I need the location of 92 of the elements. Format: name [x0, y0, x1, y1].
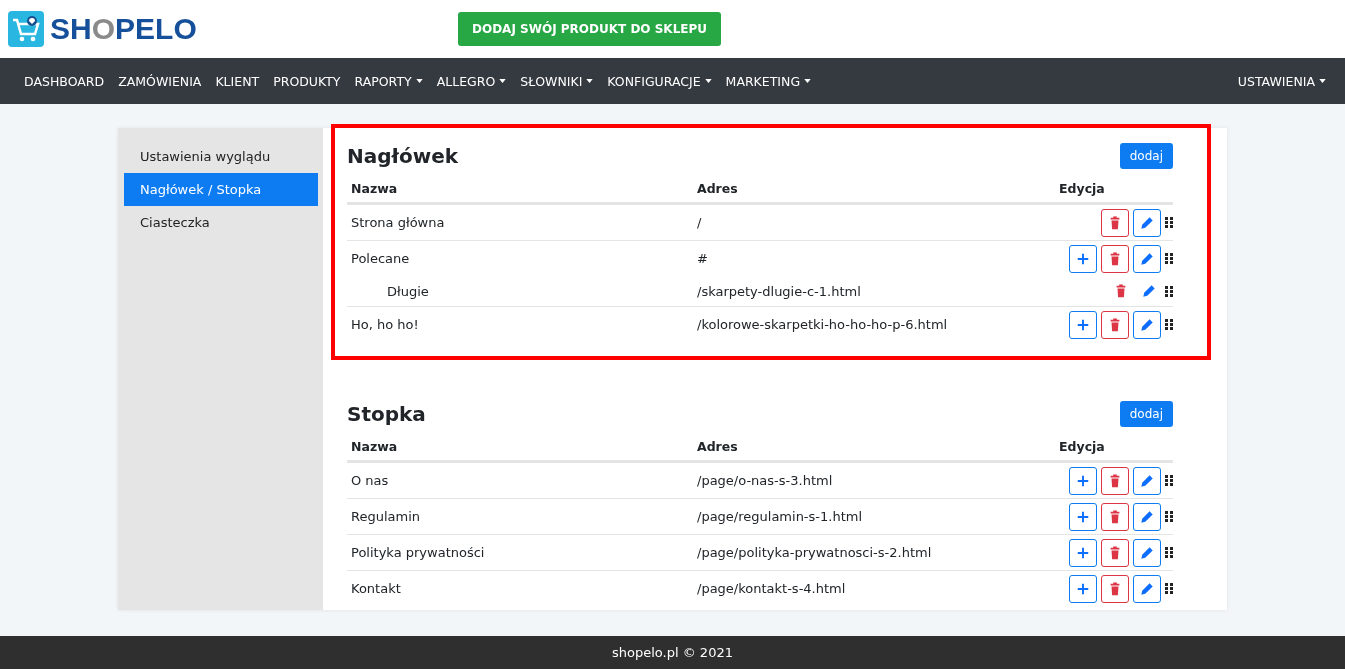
column-header: Adres	[696, 180, 739, 196]
pencil-icon	[1140, 509, 1154, 524]
sidebar-item[interactable]: Nagłówek / Stopka	[124, 173, 318, 206]
trash-icon	[1108, 215, 1122, 230]
delete-button[interactable]	[1101, 466, 1129, 495]
edit-button[interactable]	[1133, 244, 1161, 273]
section-title: Stopka	[347, 402, 426, 426]
trash-icon	[1108, 317, 1122, 332]
drag-handle-icon[interactable]	[1165, 285, 1173, 297]
pencil-icon	[1142, 284, 1156, 298]
nav-link[interactable]: MARKETING	[718, 73, 819, 89]
add-button[interactable]: dodaj	[1119, 401, 1173, 427]
delete-button[interactable]	[1101, 244, 1129, 273]
add-button[interactable]	[1069, 466, 1097, 495]
table-cell-text: /page/kontakt-s-4.html	[696, 581, 847, 596]
nav-link[interactable]: RAPORTY	[347, 73, 430, 89]
table-cell-text: /kolorowe-skarpetki-ho-ho-ho-p-6.html	[696, 317, 949, 332]
plus-icon	[1076, 581, 1090, 596]
add-button[interactable]	[1069, 502, 1097, 531]
pencil-icon	[1140, 215, 1154, 230]
table-cell-text: /page/polityka-prywatnosci-s-2.html	[696, 545, 933, 560]
brand-name: SHOPELO	[50, 12, 197, 46]
plus-icon	[1076, 473, 1090, 488]
nav-link[interactable]: ALLEGRO	[429, 73, 514, 89]
trash-icon	[1108, 509, 1122, 524]
edit-button[interactable]	[1133, 310, 1161, 339]
table-cell-text: Regulamin	[350, 509, 422, 524]
edit-button[interactable]	[1133, 502, 1161, 531]
drag-handle-icon[interactable]	[1165, 511, 1173, 522]
cart-logo-icon	[8, 11, 44, 47]
nav-link[interactable]: USTAWIENIA	[1230, 73, 1333, 89]
column-header: Edycja	[1058, 180, 1106, 196]
table-cell-text: Polityka prywatności	[350, 545, 486, 560]
add-button[interactable]	[1069, 574, 1097, 603]
delete-button[interactable]	[1101, 574, 1129, 603]
drag-handle-icon[interactable]	[1165, 583, 1173, 594]
table-cell-text: #	[696, 251, 709, 266]
drag-handle-icon[interactable]	[1165, 547, 1173, 558]
footer-text: shopelo.pl © 2021	[612, 645, 733, 660]
pencil-icon	[1140, 251, 1154, 266]
drag-handle-icon[interactable]	[1165, 475, 1173, 486]
drag-handle-icon[interactable]	[1165, 217, 1173, 228]
table-cell-text: /skarpety-dlugie-c-1.html	[696, 283, 862, 299]
drag-handle-icon[interactable]	[1165, 253, 1173, 264]
nav-link[interactable]: SŁOWNIKI	[513, 73, 601, 89]
nav-link[interactable]: ZAMÓWIENIA	[111, 73, 209, 89]
edit-button[interactable]	[1133, 208, 1161, 237]
delete-button[interactable]	[1101, 310, 1129, 339]
table-cell-text: Długie	[386, 283, 430, 299]
trash-icon	[1108, 581, 1122, 596]
edit-button[interactable]	[1133, 466, 1161, 495]
add-button[interactable]: dodaj	[1119, 143, 1173, 169]
add-button[interactable]	[1069, 538, 1097, 567]
table-cell-text: O nas	[350, 473, 390, 488]
nav-link[interactable]: PRODUKTY	[266, 73, 348, 89]
trash-icon	[1108, 473, 1122, 488]
table-cell-text: /	[696, 215, 703, 230]
drag-handle-icon[interactable]	[1165, 319, 1173, 330]
plus-icon	[1076, 251, 1090, 266]
table-cell-text: Ho, ho ho!	[350, 317, 420, 332]
delete-button[interactable]	[1101, 538, 1129, 567]
trash-icon	[1114, 284, 1128, 298]
table-cell-text: Polecane	[350, 251, 411, 266]
sidebar-item[interactable]: Ciasteczka	[124, 206, 318, 239]
column-header: Nazwa	[350, 180, 399, 196]
plus-icon	[1076, 317, 1090, 332]
table-cell-text: /page/regulamin-s-1.html	[696, 509, 864, 524]
pencil-icon	[1140, 473, 1154, 488]
nav-link[interactable]: KONFIGURACJE	[600, 73, 719, 89]
delete-button[interactable]	[1101, 208, 1129, 237]
nav-link[interactable]: DASHBOARD	[17, 73, 112, 89]
add-button[interactable]	[1069, 310, 1097, 339]
nav-link[interactable]: KLIENT	[208, 73, 267, 89]
section-title: Nagłówek	[347, 144, 459, 168]
edit-button[interactable]	[1133, 538, 1161, 567]
plus-icon	[1076, 545, 1090, 560]
table-cell-text: Kontakt	[350, 581, 402, 596]
table-cell-text: /page/o-nas-s-3.html	[696, 473, 834, 488]
pencil-icon	[1140, 317, 1154, 332]
column-header: Adres	[696, 438, 739, 454]
trash-icon	[1108, 545, 1122, 560]
trash-icon	[1108, 251, 1122, 266]
plus-icon	[1076, 509, 1090, 524]
pencil-icon	[1140, 545, 1154, 560]
edit-button[interactable]	[1133, 574, 1161, 603]
table-cell-text: Strona główna	[350, 215, 446, 230]
column-header: Edycja	[1058, 438, 1106, 454]
pencil-icon	[1140, 581, 1154, 596]
sidebar-item[interactable]: Ustawienia wyglądu	[124, 140, 318, 173]
column-header: Nazwa	[350, 438, 399, 454]
delete-button[interactable]	[1101, 502, 1129, 531]
add-button[interactable]	[1069, 244, 1097, 273]
